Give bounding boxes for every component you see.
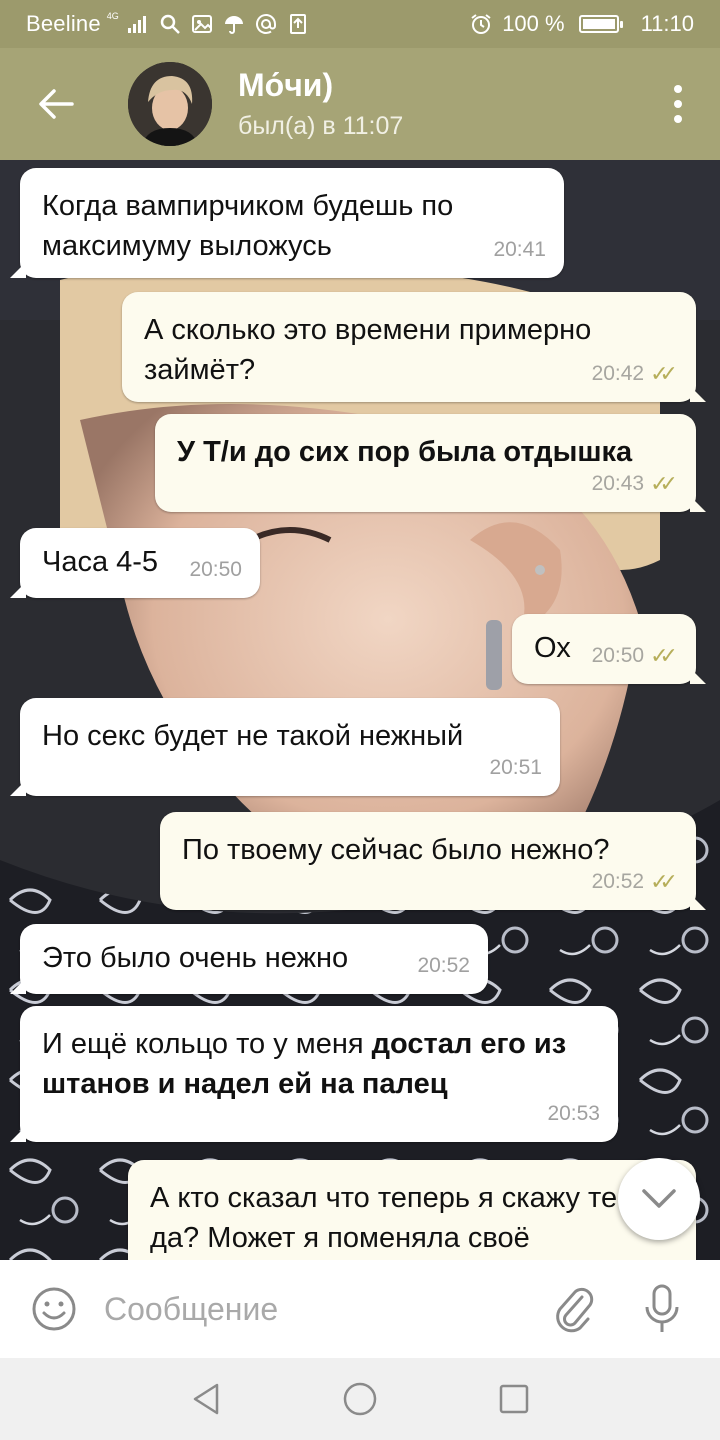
avatar[interactable] xyxy=(128,62,212,146)
message-text: Когда вампирчиком будешь по максимуму вы… xyxy=(42,190,454,262)
network-type: 4G xyxy=(106,11,119,21)
message-time: 20:50 xyxy=(591,644,645,667)
double-check-icon: ✓✓ xyxy=(650,361,678,386)
double-check-icon: ✓✓ xyxy=(650,471,678,496)
chat-header: Мо́чи) был(а) в 11:07 xyxy=(0,48,720,160)
nav-home-button[interactable] xyxy=(333,1372,387,1426)
message-time: 20:53 xyxy=(547,1102,600,1125)
message-input[interactable] xyxy=(104,1290,524,1328)
circle-home-icon xyxy=(343,1382,377,1416)
message-time: 20:50 xyxy=(189,558,242,581)
square-recents-icon xyxy=(499,1384,529,1414)
signal-icon xyxy=(125,11,151,37)
message-list[interactable]: Когда вампирчиком будешь по максимуму вы… xyxy=(0,160,720,1260)
at-icon xyxy=(253,11,279,37)
last-seen-status: был(а) в 11:07 xyxy=(238,112,404,140)
microphone-icon xyxy=(645,1284,679,1332)
double-check-icon: ✓✓ xyxy=(650,869,678,894)
upload-icon xyxy=(285,11,311,37)
smile-icon xyxy=(32,1287,76,1331)
message-bubble[interactable]: А кто сказал что теперь я скажу тебе да?… xyxy=(128,1160,696,1260)
chevron-down-icon xyxy=(642,1189,676,1208)
message-text-plain: И ещё кольцо то у меня xyxy=(42,1028,364,1060)
message-bubble[interactable]: А сколько это времени примерно займёт? 2… xyxy=(122,292,706,402)
search-icon xyxy=(157,11,183,37)
system-navigation-bar xyxy=(0,1358,720,1440)
double-check-icon: ✓✓ xyxy=(650,643,678,668)
message-time: 20:52 xyxy=(591,870,645,893)
message-time: 20:41 xyxy=(493,238,546,261)
battery-percent: 100 % xyxy=(502,11,565,36)
message-text: А кто сказал что теперь я скажу тебе да?… xyxy=(150,1182,650,1254)
carrier-name: Beeline xyxy=(26,11,101,36)
message-composer xyxy=(0,1260,720,1358)
nav-back-button[interactable] xyxy=(179,1372,233,1426)
back-button[interactable] xyxy=(28,76,84,132)
gallery-icon xyxy=(189,11,215,37)
message-bubble[interactable]: Часа 4-5 20:50 xyxy=(10,528,260,598)
message-time: 20:51 xyxy=(489,756,542,779)
more-options-button[interactable] xyxy=(666,76,690,132)
triangle-back-icon xyxy=(193,1383,219,1415)
alarm-icon xyxy=(468,11,494,37)
more-vertical-icon xyxy=(674,85,682,93)
message-bubble[interactable]: И ещё кольцо то у меня достал его из шта… xyxy=(10,1006,618,1142)
message-time: 20:43 xyxy=(591,472,645,495)
arrow-left-icon xyxy=(39,89,74,119)
umbrella-icon xyxy=(221,11,247,37)
nav-recents-button[interactable] xyxy=(487,1372,541,1426)
scroll-down-button[interactable] xyxy=(618,1158,700,1240)
message-bubble[interactable]: По твоему сейчас было нежно? 20:52 ✓✓ xyxy=(160,812,706,910)
voice-record-button[interactable] xyxy=(636,1283,688,1335)
status-bar: Beeline 4G 100 % 11:10 xyxy=(0,0,720,48)
paperclip-icon xyxy=(556,1287,594,1333)
emoji-button[interactable] xyxy=(28,1283,80,1335)
message-bubble[interactable]: Когда вампирчиком будешь по максимуму вы… xyxy=(10,168,564,278)
contact-name: Мо́чи) xyxy=(238,67,334,103)
message-text: И ещё кольцо то у меня достал его из шта… xyxy=(42,1024,596,1104)
message-time: 20:52 xyxy=(417,954,470,977)
message-bubble[interactable]: Ох 20:50 ✓✓ xyxy=(512,614,706,684)
clock: 11:10 xyxy=(640,11,694,36)
message-text: Это было очень нежно xyxy=(42,942,349,974)
message-bubble[interactable]: Но секс будет не такой нежный 20:51 xyxy=(10,698,560,796)
message-bubble[interactable]: У Т/и до сих пор была отдышка 20:43 ✓✓ xyxy=(155,414,706,512)
battery-icon xyxy=(578,15,623,33)
message-bubble[interactable]: Это было очень нежно 20:52 xyxy=(10,924,488,994)
attach-button[interactable] xyxy=(548,1283,600,1335)
message-text: Но секс будет не такой нежный xyxy=(42,720,464,752)
message-time: 20:42 xyxy=(591,362,645,385)
